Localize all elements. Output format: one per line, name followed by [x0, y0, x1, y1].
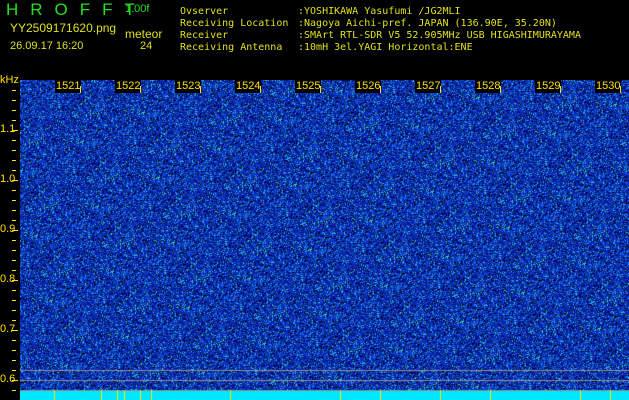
y-tick — [12, 200, 16, 201]
info-key: Ovserver — [180, 6, 229, 17]
info-antenna: Receiving Antenna :10mH 3el.YAGI Horizont… — [180, 42, 473, 54]
y-tick-label: 1.0 — [0, 173, 16, 185]
y-tick — [12, 320, 16, 321]
waterfall-spectrogram — [20, 80, 629, 400]
x-tick-label: 1528 — [475, 80, 502, 93]
info-value: :Nagoya Aichi-pref. JAPAN (136.90E, 35.2… — [298, 18, 557, 29]
info-value: :10mH 3el.YAGI Horizontal:ENE — [298, 42, 473, 53]
y-tick — [12, 300, 16, 301]
info-key: Receiving Antenna — [180, 42, 283, 53]
y-tick — [12, 140, 16, 141]
x-tick — [380, 86, 381, 93]
x-tick — [620, 86, 621, 93]
y-tick — [12, 250, 16, 251]
y-tick — [12, 120, 16, 121]
x-tick — [560, 86, 561, 93]
y-tick-label: 0.8 — [0, 273, 16, 285]
x-tick — [200, 86, 201, 93]
y-tick — [12, 310, 16, 311]
y-tick — [12, 390, 16, 391]
x-tick-label: 1525 — [295, 80, 322, 93]
x-tick — [320, 86, 321, 93]
info-observer: Ovserver :YOSHIKAWA Yasufumi /JG2MLI — [180, 6, 461, 18]
y-tick — [12, 190, 16, 191]
y-tick — [12, 170, 16, 171]
y-unit-label: kHz — [0, 74, 19, 86]
x-tick — [500, 86, 501, 93]
x-tick-label: 1526 — [355, 80, 382, 93]
y-tick — [12, 240, 16, 241]
x-tick-label: 1530 — [595, 80, 622, 93]
y-tick — [12, 290, 16, 291]
info-location: Receiving Location :Nagoya Aichi-pref. JA… — [180, 18, 557, 30]
y-tick — [12, 150, 16, 151]
x-tick-label: 1527 — [415, 80, 442, 93]
datetime-label: 26.09.17 16:20 — [10, 40, 84, 52]
info-key: Receiving Location — [180, 18, 289, 29]
x-tick-label: 1529 — [535, 80, 562, 93]
x-tick-label: 1521 — [55, 80, 82, 93]
x-tick — [140, 86, 141, 93]
y-tick-label: 1.1 — [0, 123, 16, 135]
y-tick — [12, 340, 16, 341]
y-tick — [12, 160, 16, 161]
x-tick — [80, 86, 81, 93]
y-tick — [12, 360, 16, 361]
count-label: 24 — [140, 40, 153, 52]
version-label: 1.00f — [125, 3, 150, 15]
y-tick-label: 0.7 — [0, 323, 16, 335]
mode-label: meteor — [125, 27, 163, 41]
info-value: :SMArt RTL-SDR V5 52.905MHz USB HIGASHIM… — [298, 30, 581, 41]
info-receiver: Receiver :SMArt RTL-SDR V5 52.905MHz USB … — [180, 30, 581, 42]
y-tick — [12, 260, 16, 261]
y-tick — [12, 110, 16, 111]
y-tick-label: 0.9 — [0, 223, 16, 235]
y-tick — [12, 90, 16, 91]
y-tick — [12, 350, 16, 351]
x-tick — [260, 86, 261, 93]
y-tick-label: 0.6 — [0, 373, 16, 385]
x-tick-label: 1523 — [175, 80, 202, 93]
info-key: Receiver — [180, 30, 229, 41]
y-tick — [12, 220, 16, 221]
filename-label: YY2509171620.png — [10, 21, 117, 35]
y-tick — [12, 270, 16, 271]
x-tick-label: 1522 — [115, 80, 142, 93]
y-tick — [12, 370, 16, 371]
y-tick — [12, 100, 16, 101]
x-tick-label: 1524 — [235, 80, 262, 93]
x-tick — [440, 86, 441, 93]
info-value: :YOSHIKAWA Yasufumi /JG2MLI — [298, 6, 461, 17]
y-tick — [12, 210, 16, 211]
